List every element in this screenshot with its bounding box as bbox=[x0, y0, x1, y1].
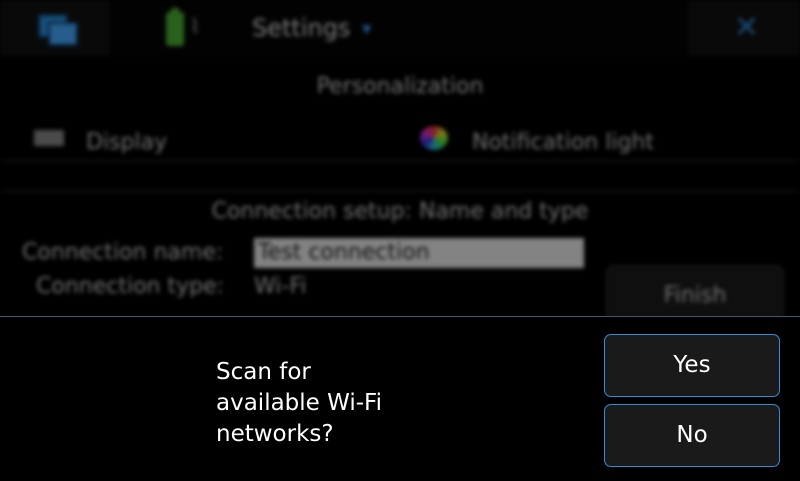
window-title[interactable]: Settings bbox=[252, 14, 350, 42]
task-switcher-icon bbox=[38, 14, 78, 46]
signal-icon: ⌇ bbox=[190, 14, 200, 38]
menu-caret-icon[interactable]: ▼ bbox=[362, 22, 371, 36]
section-header-personalization: Personalization bbox=[316, 74, 484, 99]
divider bbox=[0, 160, 800, 162]
divider bbox=[0, 190, 800, 192]
list-item-notification-light[interactable]: Notification light bbox=[472, 130, 654, 155]
connection-setup-title: Connection setup: Name and type bbox=[211, 199, 589, 224]
display-icon bbox=[34, 130, 64, 146]
connection-name-input[interactable]: Test connection bbox=[254, 238, 584, 268]
task-switcher-button[interactable] bbox=[0, 0, 110, 56]
connection-name-label: Connection name: bbox=[22, 240, 224, 265]
notification-light-icon bbox=[420, 126, 448, 150]
dialog-message: Scan for available Wi-Fi networks? bbox=[216, 359, 382, 447]
battery-icon bbox=[166, 8, 184, 46]
connection-type-label: Connection type: bbox=[36, 274, 225, 299]
no-button[interactable]: No bbox=[604, 404, 780, 467]
yes-button[interactable]: Yes bbox=[604, 334, 780, 397]
close-icon[interactable]: ✕ bbox=[734, 10, 759, 45]
list-item-display[interactable]: Display bbox=[86, 130, 167, 155]
top-bar: ⌇ Settings ▼ ✕ bbox=[0, 0, 800, 56]
connection-type-value: Wi-Fi bbox=[254, 274, 307, 299]
